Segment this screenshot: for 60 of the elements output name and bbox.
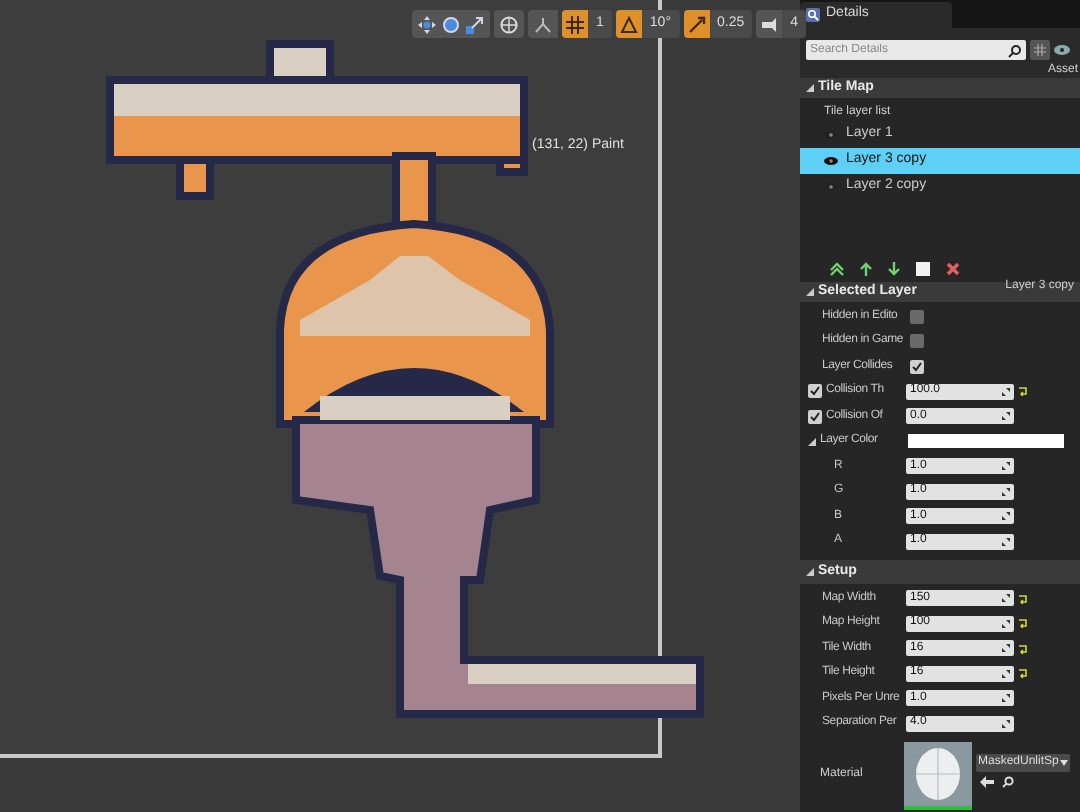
reset-arrow-icon[interactable]	[1018, 618, 1028, 629]
drag-handle-icon[interactable]	[1002, 644, 1010, 653]
eye-icon[interactable]	[824, 156, 838, 166]
drag-handle-icon[interactable]	[1002, 669, 1010, 678]
grid-icon	[566, 15, 584, 33]
drag-handle-icon[interactable]	[1002, 694, 1010, 703]
checkbox[interactable]	[808, 409, 822, 424]
caret-icon	[1060, 760, 1069, 766]
checkbox[interactable]	[910, 309, 924, 324]
view-options-button[interactable]	[1030, 40, 1050, 60]
material-thumbnail[interactable]	[904, 742, 972, 810]
up-arrow-icon[interactable]	[860, 262, 872, 276]
snap-toggle-button[interactable]	[683, 10, 709, 38]
snap-icon	[534, 15, 552, 33]
magnifier-icon	[806, 8, 820, 22]
rotate-icon[interactable]	[442, 15, 460, 33]
drag-handle-icon[interactable]	[1002, 719, 1010, 728]
snap-toggle-button[interactable]	[756, 10, 783, 38]
drag-handle-icon[interactable]	[1002, 462, 1010, 471]
collapse-arrow-icon	[806, 84, 814, 92]
move-icon[interactable]	[418, 15, 436, 33]
drag-handle-icon[interactable]	[1002, 619, 1010, 628]
drag-handle-icon[interactable]	[1002, 537, 1010, 546]
left-arrow-icon[interactable]	[980, 776, 994, 788]
checkbox[interactable]	[910, 334, 924, 349]
camera-icon	[760, 15, 779, 33]
grid-icon	[1034, 44, 1046, 56]
collapse-arrow-icon	[806, 568, 814, 576]
drag-handle-icon[interactable]	[1002, 487, 1010, 496]
drag-handle-icon[interactable]	[1002, 412, 1010, 421]
snap-toggle-button[interactable]	[562, 10, 588, 38]
checkbox[interactable]	[910, 359, 924, 374]
eye-icon[interactable]	[1054, 44, 1070, 56]
eye-icon[interactable]	[824, 182, 838, 192]
drag-handle-icon[interactable]	[1002, 594, 1010, 603]
scale-icon	[687, 15, 705, 33]
sphere-icon	[914, 746, 962, 802]
delete-icon[interactable]	[946, 262, 960, 276]
add-layer-icon[interactable]	[830, 262, 844, 276]
eye-icon[interactable]	[824, 130, 838, 140]
collapse-arrow-icon	[806, 288, 814, 296]
search-icon	[1008, 43, 1022, 57]
checkbox[interactable]	[808, 384, 822, 399]
world-space-button[interactable]	[494, 10, 524, 38]
angle-icon	[619, 15, 638, 33]
reset-arrow-icon[interactable]	[1018, 386, 1028, 397]
snap-toggle-button[interactable]	[615, 10, 642, 38]
reset-arrow-icon[interactable]	[1018, 668, 1028, 679]
globe-icon	[500, 15, 518, 33]
color-swatch[interactable]	[908, 434, 1064, 449]
search-icon[interactable]	[1002, 776, 1014, 788]
down-arrow-icon[interactable]	[888, 262, 900, 276]
drag-handle-icon[interactable]	[1002, 387, 1010, 396]
transform-tools[interactable]	[412, 10, 490, 38]
drag-handle-icon[interactable]	[1002, 512, 1010, 521]
surface-snap-button[interactable]	[528, 10, 558, 38]
scale-icon[interactable]	[466, 15, 484, 33]
reset-arrow-icon[interactable]	[1018, 643, 1028, 654]
reset-arrow-icon[interactable]	[1018, 593, 1028, 604]
expand-arrow-icon[interactable]	[808, 437, 816, 446]
